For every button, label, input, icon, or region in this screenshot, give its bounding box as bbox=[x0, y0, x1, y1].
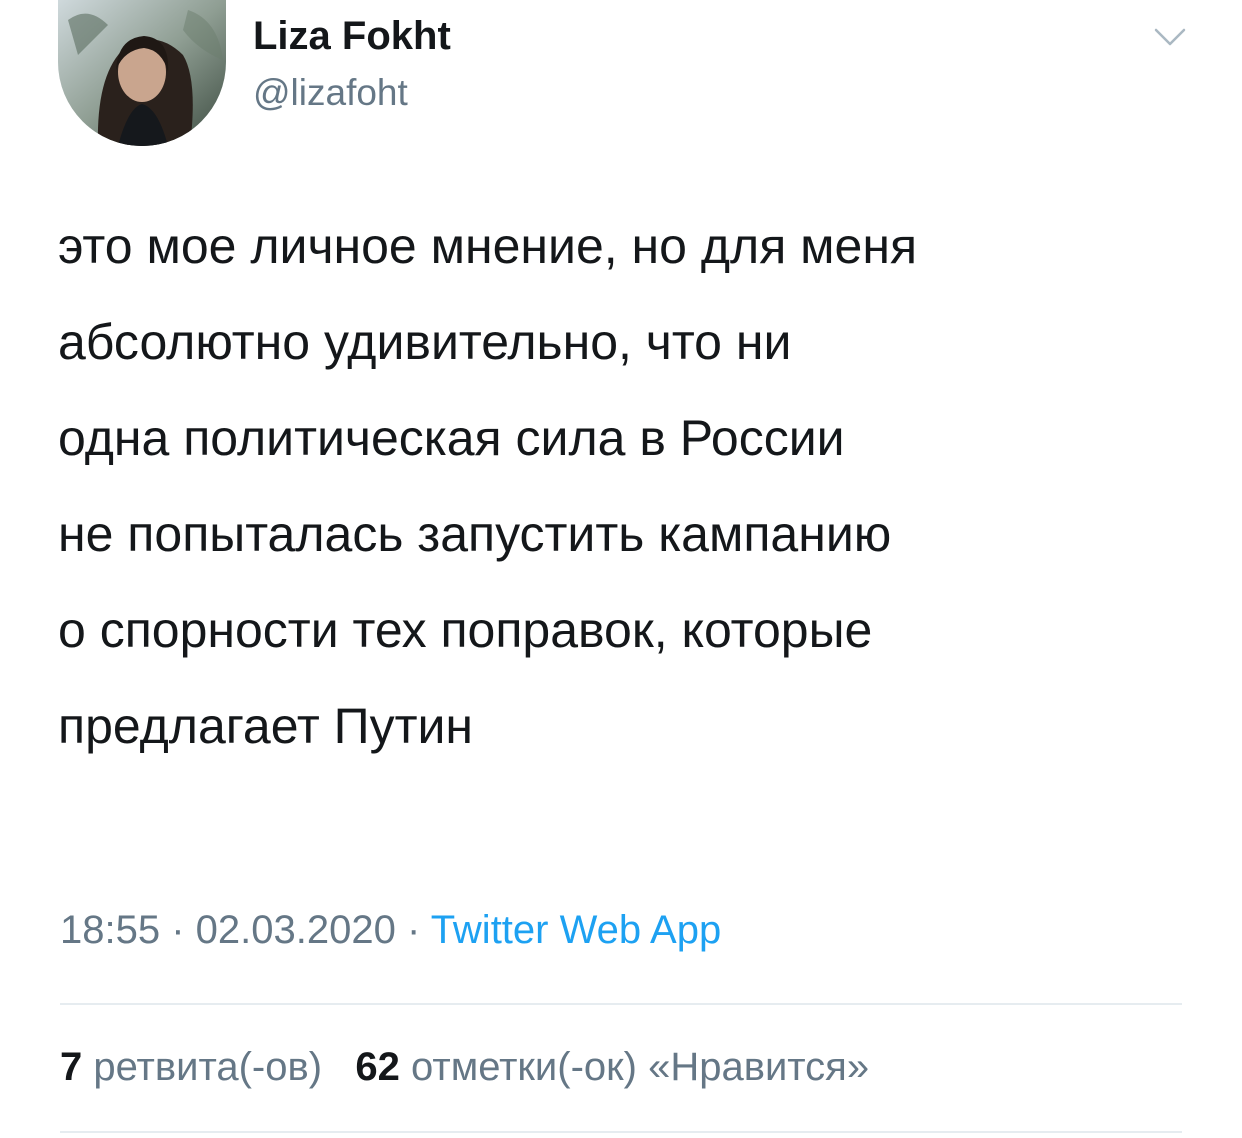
likes-stat[interactable]: 62 отметки(-ок) «Нравится» bbox=[355, 1045, 869, 1089]
retweets-label: ретвита(-ов) bbox=[93, 1045, 323, 1089]
likes-count: 62 bbox=[355, 1045, 400, 1089]
tweet-date[interactable]: 02.03.2020 bbox=[196, 908, 396, 952]
retweets-stat[interactable]: 7 ретвита(-ов) bbox=[60, 1045, 322, 1089]
author-display-name[interactable]: Liza Fokht bbox=[253, 14, 451, 59]
divider bbox=[60, 1131, 1182, 1133]
divider bbox=[60, 1003, 1182, 1005]
profile-photo bbox=[58, 0, 226, 146]
tweet-stats: 7 ретвита(-ов) 62 отметки(-ок) «Нравится… bbox=[60, 1045, 869, 1090]
meta-separator: · bbox=[395, 908, 431, 952]
tweet-text-line: предлагает Путин bbox=[58, 698, 474, 754]
tweet-text-line: о спорности тех поправок, которые bbox=[58, 602, 873, 658]
tweet-meta: 18:55 · 02.03.2020 · Twitter Web App bbox=[60, 908, 721, 953]
chevron-down-icon[interactable] bbox=[1150, 20, 1190, 50]
tweet-text-line: это мое личное мнение, но для меня bbox=[58, 218, 918, 274]
tweet-time[interactable]: 18:55 bbox=[60, 908, 160, 952]
author-handle[interactable]: @lizafoht bbox=[253, 72, 408, 114]
meta-separator: · bbox=[160, 908, 196, 952]
retweets-count: 7 bbox=[60, 1045, 83, 1089]
tweet-text-line: одна политическая сила в России bbox=[58, 410, 845, 466]
tweet-text-line: не попыталась запустить кампанию bbox=[58, 506, 892, 562]
likes-label: отметки(-ок) «Нравится» bbox=[411, 1045, 870, 1089]
tweet-text: это мое личное мнение, но для меня абсол… bbox=[58, 198, 1208, 774]
tweet-text-line: абсолютно удивительно, что ни bbox=[58, 314, 792, 370]
avatar[interactable] bbox=[58, 0, 226, 146]
tweet-source-link[interactable]: Twitter Web App bbox=[431, 908, 722, 952]
